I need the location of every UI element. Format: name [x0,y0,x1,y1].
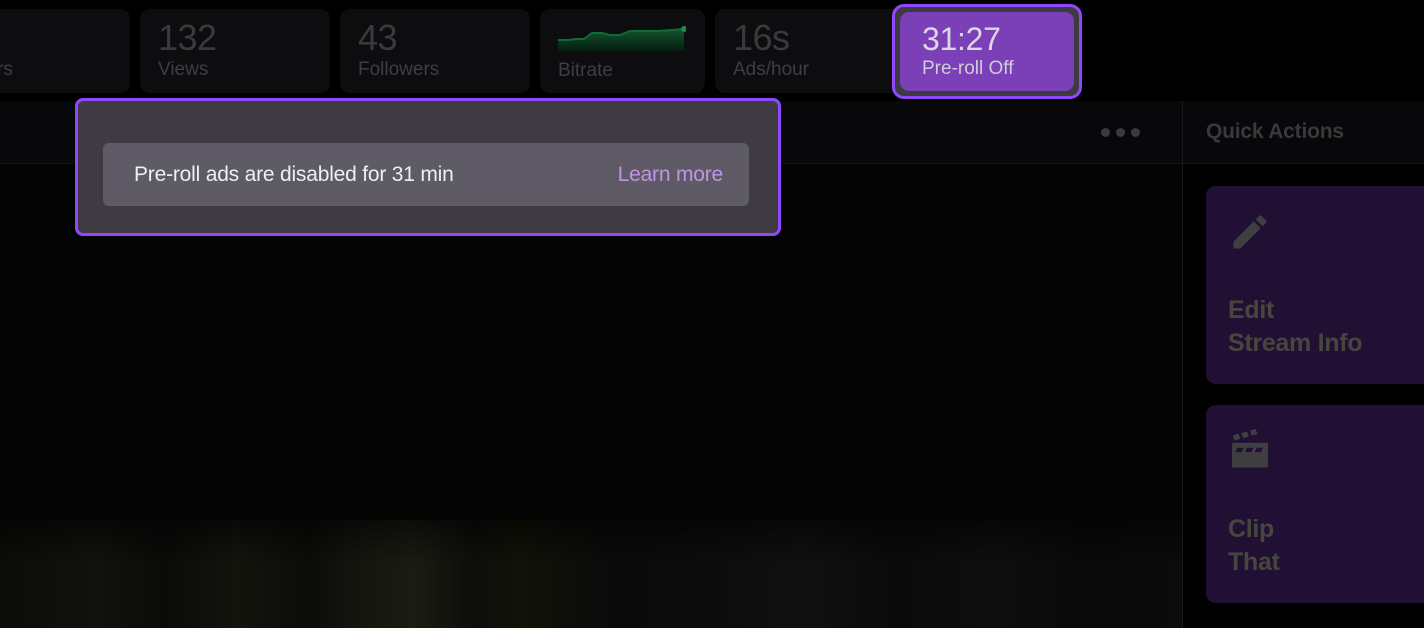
toast-learn-more-link[interactable]: Learn more [618,163,724,187]
stat-card-followers[interactable]: 43 Followers [340,8,530,93]
stream-dashboard: 8 iewers 132 Views 43 Followers [0,0,1424,628]
quick-action-label: Edit Stream Info [1228,296,1363,357]
quick-actions-title: Quick Actions [1206,120,1344,143]
preroll-toast[interactable]: Pre-roll ads are disabled for 31 min Lea… [103,143,749,206]
pencil-icon [1228,210,1272,254]
quick-action-edit-stream-info[interactable]: Edit Stream Info [1206,186,1424,384]
stat-value-ads-per-hour: 16s [733,17,790,59]
bitrate-sparkline [558,20,686,54]
toast-highlight-overlay: Pre-roll ads are disabled for 31 min Lea… [75,98,781,236]
kebab-dot-icon [1101,127,1110,137]
stat-label-viewers: iewers [0,59,13,81]
kebab-dot-icon [1116,127,1125,137]
stats-bar: 8 iewers 132 Views 43 Followers [0,0,1424,101]
quick-action-clip-that[interactable]: Clip That [1206,405,1424,603]
clapperboard-icon [1228,429,1272,473]
stat-value-followers: 43 [358,17,398,59]
stat-label-followers: Followers [358,59,440,81]
quick-actions-sidebar: Quick Actions Edit Stream Info Clip That [1182,101,1424,628]
stat-value-viewers: 8 [0,19,112,57]
stat-card-ads-per-hour[interactable]: 16s Ads/hour [715,8,905,93]
stat-card-viewers[interactable]: 8 iewers [0,8,130,93]
preroll-timer-highlight: 31:27 Pre-roll Off [892,4,1082,99]
stat-card-bitrate[interactable]: Bitrate [540,8,705,93]
kebab-dot-icon [1131,127,1140,137]
toast-message: Pre-roll ads are disabled for 31 min [134,162,454,186]
stat-label-ads-per-hour: Ads/hour [733,59,810,81]
more-options-button[interactable] [1101,127,1140,137]
preroll-timer-label: Pre-roll Off [922,58,1014,80]
video-preview[interactable] [0,520,1182,628]
stat-value-views: 132 [158,17,217,59]
preroll-timer-value: 31:27 [922,20,1001,57]
quick-actions-list: Edit Stream Info Clip That [1183,164,1424,603]
stat-card-views[interactable]: 132 Views [140,8,330,93]
stat-label-bitrate: Bitrate [558,60,613,82]
stat-label-views: Views [158,59,209,81]
quick-actions-header: Quick Actions [1183,101,1424,164]
preroll-timer-card[interactable]: 31:27 Pre-roll Off [900,12,1074,91]
quick-action-label: Clip That [1228,515,1280,576]
